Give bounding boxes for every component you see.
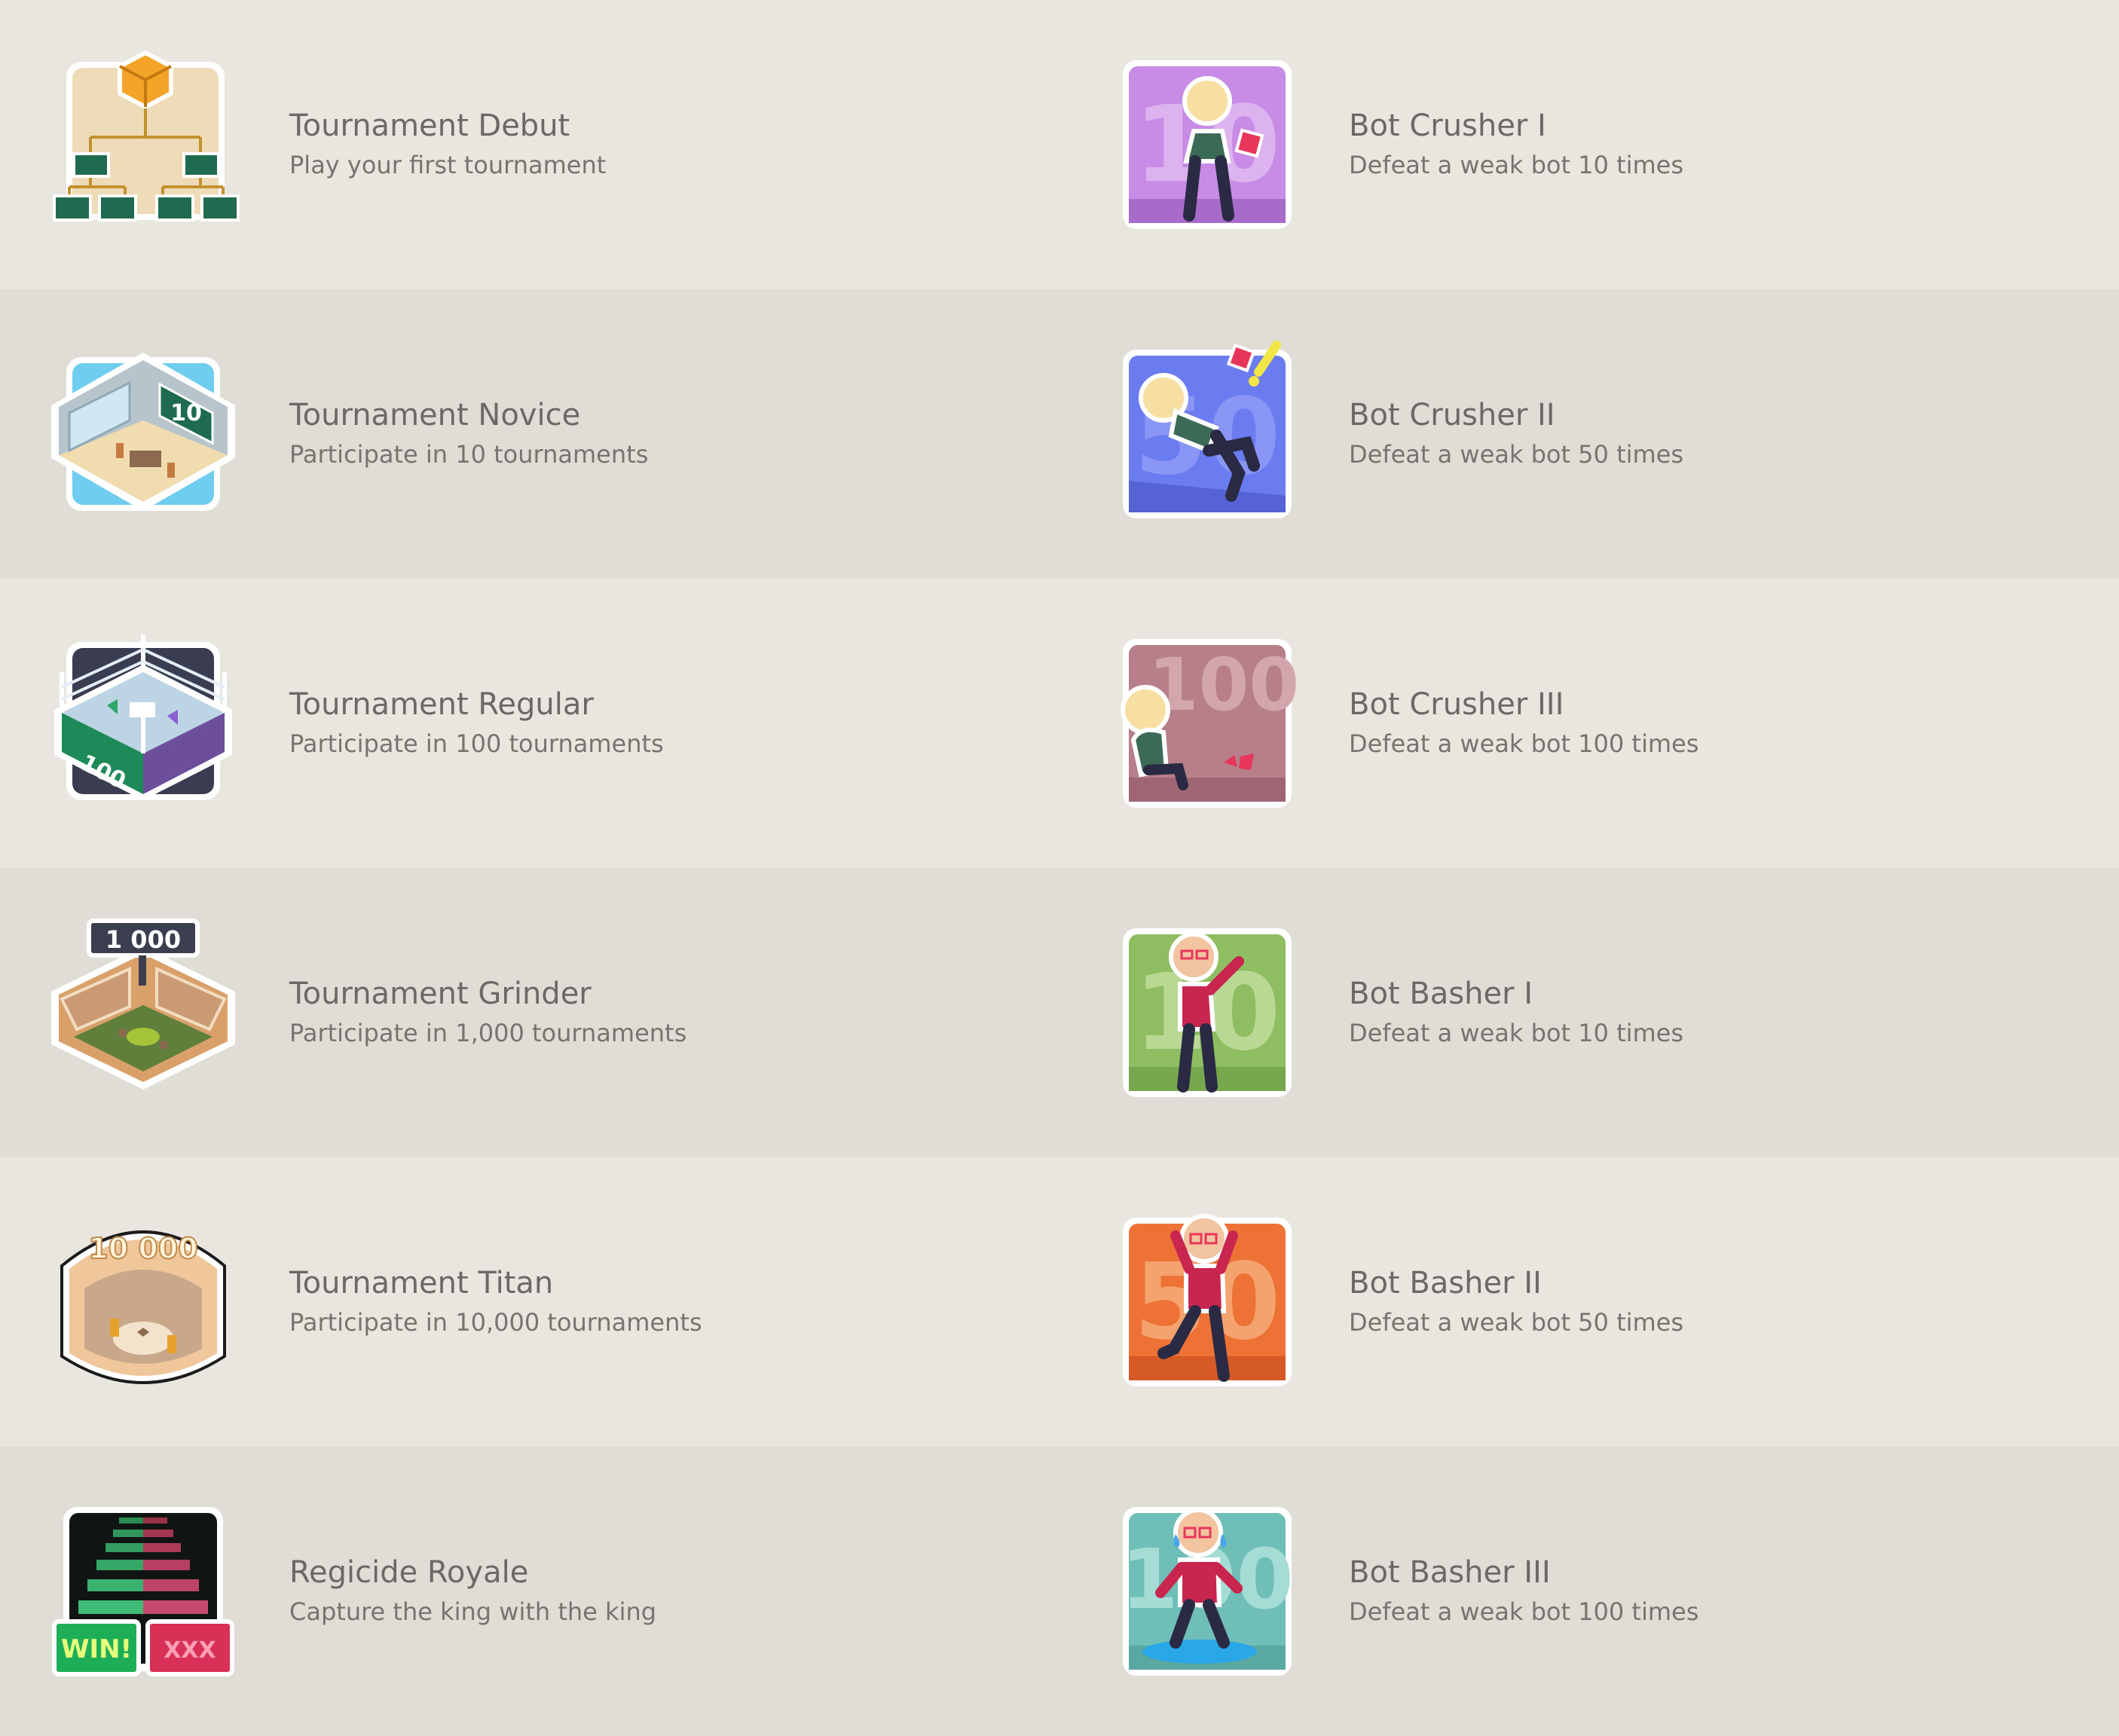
achievement-row: 100 Tournament Regular Participate in 10… bbox=[0, 579, 2119, 868]
achievement-description: Defeat a weak bot 50 times bbox=[1349, 1308, 1684, 1337]
xxx-label: XXX bbox=[164, 1637, 216, 1664]
achievement-tournament-titan[interactable]: 10 000 Tournament Titan Participate in 1… bbox=[0, 1157, 1060, 1447]
achievement-title: Bot Crusher II bbox=[1349, 398, 1555, 432]
achievement-row: 10 000 Tournament Titan Participate in 1… bbox=[0, 1157, 2119, 1447]
achievement-title: Bot Crusher I bbox=[1349, 108, 1546, 143]
achievements-list: Tournament Debut Play your first tournam… bbox=[0, 0, 2119, 1736]
achievement-description: Defeat a weak bot 10 times bbox=[1349, 151, 1684, 179]
achievement-title: Tournament Debut bbox=[289, 108, 570, 143]
achievement-title: Tournament Regular bbox=[289, 687, 594, 722]
boxing-ring-100-icon: 100 bbox=[47, 627, 240, 820]
achievement-title: Bot Basher I bbox=[1349, 976, 1533, 1011]
bot-basher-50-icon: 50 bbox=[1111, 1206, 1304, 1398]
achievement-bot-crusher-iii[interactable]: 100 Bot Crusher III Defeat a weak bot 10… bbox=[1060, 579, 2119, 868]
achievement-description: Defeat a weak bot 10 times bbox=[1349, 1019, 1684, 1047]
achievement-bot-basher-i[interactable]: 10 Bot Basher I Defeat a weak bot 10 tim… bbox=[1060, 868, 2119, 1157]
achievement-row: 10 Tournament Novice Participate in 10 t… bbox=[0, 289, 2119, 579]
achievement-description: Participate in 100 tournaments bbox=[289, 729, 664, 758]
achievement-title: Bot Basher III bbox=[1349, 1555, 1551, 1590]
bot-basher-100-icon: 100 bbox=[1111, 1495, 1304, 1688]
achievement-bot-crusher-i[interactable]: 10 Bot Crusher I Defeat a weak bot 10 ti… bbox=[1060, 0, 2119, 289]
achievement-title: Tournament Novice bbox=[289, 398, 581, 432]
achievement-description: Play your first tournament bbox=[289, 151, 607, 179]
achievement-tournament-debut[interactable]: Tournament Debut Play your first tournam… bbox=[0, 0, 1060, 289]
achievement-bot-basher-ii[interactable]: 50 Bot Basher II Defeat a weak bot 50 ti… bbox=[1060, 1157, 2119, 1447]
tournament-bracket-icon bbox=[47, 48, 240, 241]
achievement-description: Participate in 10 tournaments bbox=[289, 440, 649, 469]
achievement-title: Tournament Titan bbox=[289, 1266, 554, 1300]
achievement-bot-crusher-ii[interactable]: 50 Bot Crusher II Defeat a weak bot 50 t… bbox=[1060, 289, 2119, 579]
achievement-description: Defeat a weak bot 100 times bbox=[1349, 729, 1699, 758]
achievement-tournament-grinder[interactable]: 1 000 Tournament Grinder Participate in … bbox=[0, 868, 1060, 1157]
achievement-bot-basher-iii[interactable]: 100 Bot Basher III Defeat a weak bot 100… bbox=[1060, 1447, 2119, 1736]
classroom-10-icon: 10 bbox=[47, 338, 240, 530]
arena-10000-icon: 10 000 bbox=[47, 1206, 240, 1398]
achievement-description: Participate in 1,000 tournaments bbox=[289, 1019, 687, 1047]
badge-number: 10 bbox=[170, 400, 202, 426]
achievement-tournament-regular[interactable]: 100 Tournament Regular Participate in 10… bbox=[0, 579, 1060, 868]
achievement-title: Bot Basher II bbox=[1349, 1266, 1542, 1300]
achievement-description: Defeat a weak bot 100 times bbox=[1349, 1597, 1699, 1626]
bot-crusher-10-icon: 10 bbox=[1111, 48, 1304, 241]
achievement-title: Regicide Royale bbox=[289, 1555, 529, 1590]
achievement-description: Defeat a weak bot 50 times bbox=[1349, 440, 1684, 469]
achievement-title: Tournament Grinder bbox=[289, 976, 592, 1011]
win-xxx-stack-icon: WIN! XXX bbox=[47, 1495, 240, 1688]
badge-number: 100 bbox=[1148, 643, 1299, 727]
achievement-row: WIN! XXX Regicide Royale Capture the kin… bbox=[0, 1447, 2119, 1736]
achievement-row: 1 000 Tournament Grinder Participate in … bbox=[0, 868, 2119, 1157]
achievement-row: Tournament Debut Play your first tournam… bbox=[0, 0, 2119, 289]
achievement-regicide-royale[interactable]: WIN! XXX Regicide Royale Capture the kin… bbox=[0, 1447, 1060, 1736]
bot-basher-10-icon: 10 bbox=[1111, 916, 1304, 1109]
stadium-1000-icon: 1 000 bbox=[47, 916, 240, 1109]
bot-crusher-50-icon: 50 bbox=[1111, 338, 1304, 530]
badge-number: 10 000 bbox=[88, 1232, 197, 1265]
bot-crusher-100-icon: 100 bbox=[1111, 627, 1304, 820]
badge-number: 1 000 bbox=[105, 925, 181, 954]
achievement-title: Bot Crusher III bbox=[1349, 687, 1564, 722]
achievement-tournament-novice[interactable]: 10 Tournament Novice Participate in 10 t… bbox=[0, 289, 1060, 579]
achievement-description: Participate in 10,000 tournaments bbox=[289, 1308, 702, 1337]
win-label: WIN! bbox=[61, 1634, 132, 1664]
achievement-description: Capture the king with the king bbox=[289, 1597, 657, 1626]
